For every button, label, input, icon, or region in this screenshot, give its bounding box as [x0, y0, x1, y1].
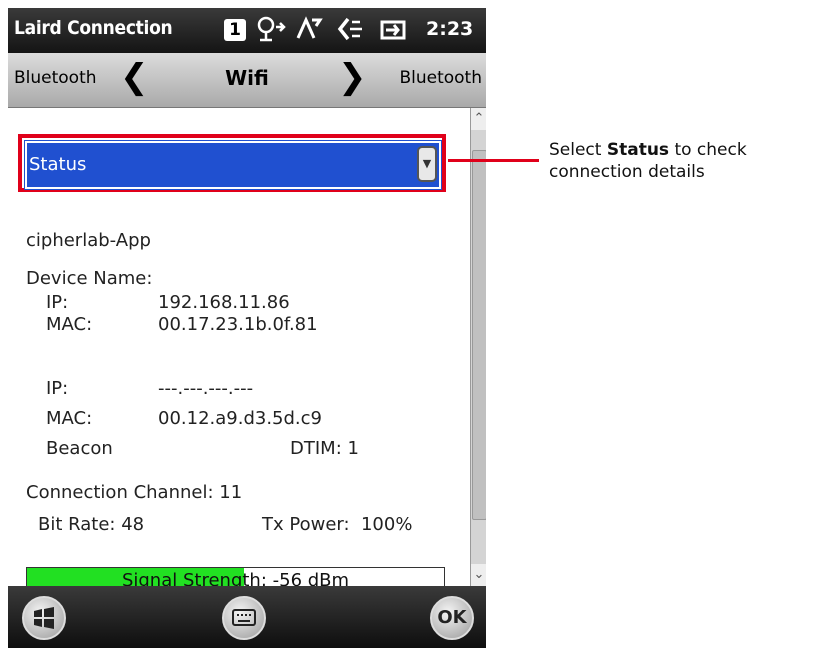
ip-value: 192.168.11.86: [158, 292, 290, 313]
keyboard-icon[interactable]: [222, 596, 266, 640]
scroll-down-icon[interactable]: ⌄: [471, 564, 486, 586]
chevron-right-icon[interactable]: ❯: [338, 59, 367, 95]
scroll-up-icon[interactable]: ⌃: [471, 108, 486, 130]
battery-icon[interactable]: [378, 14, 408, 54]
ip-label: IP:: [46, 292, 69, 313]
callout-text: Select Status to check connection detail…: [549, 139, 747, 183]
dtim-value: DTIM: 1: [290, 438, 359, 459]
callout-line2: connection details: [549, 162, 705, 182]
chevron-down-icon[interactable]: ▼: [417, 146, 437, 182]
ap-mac-value: 00.12.a9.d3.5d.c9: [158, 408, 323, 429]
windows-icon[interactable]: [22, 596, 66, 640]
ssid-text: cipherlab-App: [26, 230, 151, 251]
connectivity-icon[interactable]: [256, 14, 286, 54]
scroll-thumb[interactable]: [472, 150, 486, 520]
tx-power: Tx Power: 100%: [262, 514, 413, 535]
nav-next-label[interactable]: Bluetooth: [399, 68, 482, 88]
notification-badge[interactable]: 1: [224, 19, 246, 41]
ap-ip-label: IP:: [46, 378, 69, 399]
connection-channel: Connection Channel: 11: [26, 482, 243, 503]
device-screen: Laird Connection 1 2:23 Bluetooth ❮ Wifi…: [8, 8, 486, 648]
ap-mac-label: MAC:: [46, 408, 93, 429]
clock: 2:23: [426, 18, 474, 40]
mac-value: 00.17.23.1b.0f.81: [158, 314, 318, 335]
app-title: Laird Connection: [14, 17, 173, 39]
callout-prefix: Select: [549, 140, 607, 160]
bottom-bar: OK: [8, 586, 486, 648]
signal-icon[interactable]: [294, 14, 324, 54]
dropdown-selected: Status: [29, 154, 87, 175]
callout-suffix: to check: [669, 140, 747, 160]
nav-bar: Bluetooth ❮ Wifi ❯ Bluetooth: [8, 53, 486, 108]
beacon-label: Beacon: [46, 438, 113, 459]
bit-rate: Bit Rate: 48: [38, 514, 145, 535]
mac-label: MAC:: [46, 314, 93, 335]
ok-button[interactable]: OK: [430, 596, 474, 640]
device-name-label: Device Name:: [26, 268, 153, 289]
vertical-scrollbar[interactable]: ⌃ ⌄: [470, 108, 486, 586]
ap-ip-value: ---.---.---.---: [158, 378, 254, 399]
content-panel: Status ▼ cipherlab-App Device Name: IP: …: [8, 108, 470, 593]
callout-line: [448, 159, 539, 162]
view-dropdown[interactable]: Status ▼: [24, 140, 442, 190]
volume-icon[interactable]: [334, 14, 364, 54]
callout-bold: Status: [606, 140, 670, 160]
status-bar: Laird Connection 1 2:23: [8, 8, 486, 53]
